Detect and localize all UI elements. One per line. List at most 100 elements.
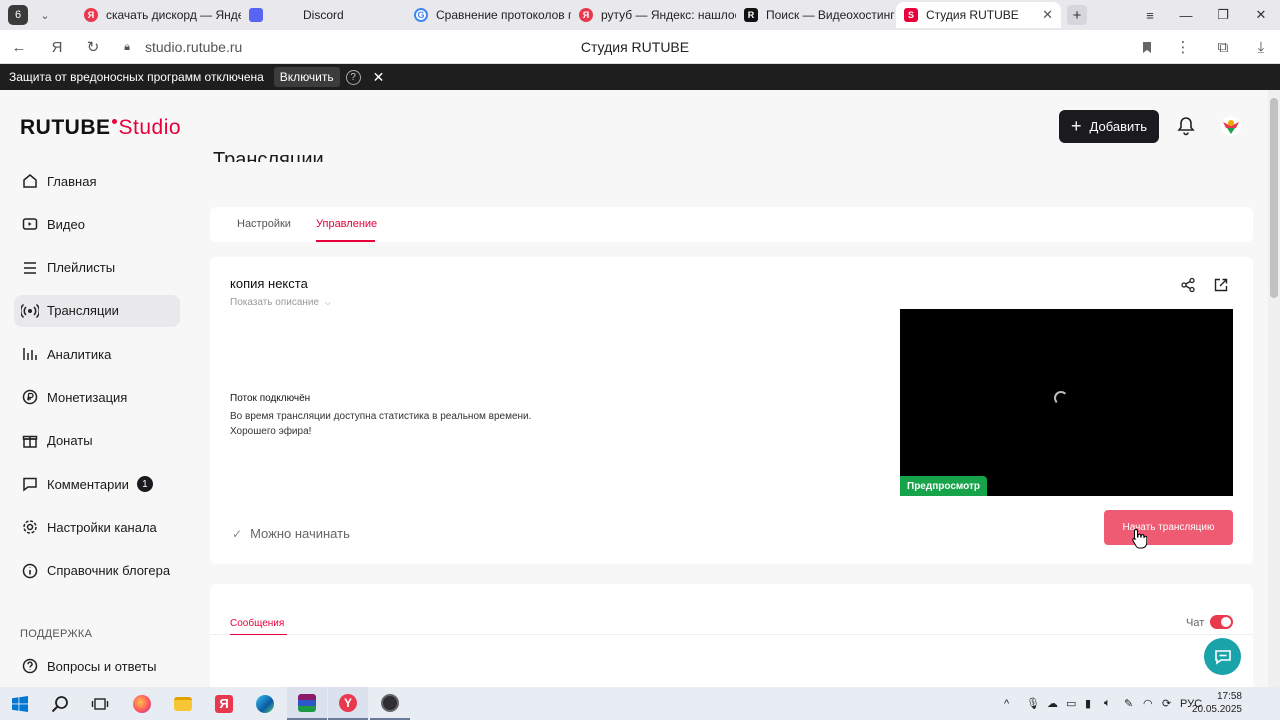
analytics-icon xyxy=(20,344,40,364)
open-external-icon[interactable] xyxy=(1213,277,1233,297)
start-broadcast-button[interactable]: Начать трансляцию xyxy=(1104,510,1233,545)
sidebar-item-faq[interactable]: Вопросы и ответы xyxy=(14,650,180,682)
yandex-browser-icon[interactable]: Y xyxy=(328,687,368,720)
sidebar-item-analytics[interactable]: Аналитика xyxy=(14,338,180,370)
battery-icon[interactable]: ▮ xyxy=(1085,697,1091,710)
rutube-studio-logo[interactable]: RUTUBE Studio xyxy=(20,116,181,140)
new-tab-button[interactable]: + xyxy=(1067,5,1087,25)
stream-status-wish: Хорошего эфира! xyxy=(230,426,312,437)
user-avatar[interactable] xyxy=(1219,114,1243,138)
preview-player[interactable]: Предпросмотр xyxy=(900,309,1233,496)
sync-icon[interactable]: ⟳ xyxy=(1162,697,1171,710)
chat-toggle[interactable] xyxy=(1210,615,1233,629)
enable-protection-button[interactable]: Включить xyxy=(273,67,340,87)
close-window-icon[interactable]: ✕ xyxy=(1243,0,1279,30)
sidebar-item-broadcasts[interactable]: Трансляции xyxy=(14,294,180,327)
faq-icon xyxy=(20,656,40,676)
tab-count-badge[interactable]: 6 xyxy=(8,5,28,25)
browser-tab[interactable]: Discord xyxy=(241,2,406,28)
task-view-icon[interactable] xyxy=(80,687,120,720)
sidebar-item-monetization[interactable]: Монетизация xyxy=(14,381,180,413)
pen-icon[interactable]: ✎ xyxy=(1124,697,1133,710)
yandex-button-icon[interactable]: Я xyxy=(42,30,72,64)
display-icon[interactable]: ▭ xyxy=(1066,697,1076,710)
system-clock[interactable]: 17:58 20.05.2025 xyxy=(1180,690,1242,716)
plus-icon: + xyxy=(1071,116,1082,136)
tab-management[interactable]: Управление xyxy=(316,218,377,230)
page-title: Студия RUTUBE xyxy=(580,39,690,55)
close-tab-icon[interactable]: ✕ xyxy=(1042,7,1053,23)
browser-tab[interactable]: Я рутуб — Яндекс: нашлось xyxy=(571,2,736,28)
page-scrollbar[interactable] xyxy=(1268,90,1280,687)
page-tabs: Настройки Управление xyxy=(210,207,1253,242)
show-description-toggle[interactable]: Показать описание ⌵ xyxy=(230,297,331,308)
reload-icon[interactable]: ↻ xyxy=(78,30,108,64)
notifications-bell-icon[interactable] xyxy=(1175,115,1197,137)
collections-icon[interactable]: ⧉ xyxy=(1208,30,1238,64)
chat-support-icon xyxy=(1214,649,1231,665)
sidebar-item-donations[interactable]: Донаты xyxy=(14,425,180,457)
chat-divider xyxy=(210,634,1253,635)
close-notification-icon[interactable]: ✕ xyxy=(373,69,385,86)
stream-card: копия некста Показать описание ⌵ Поток п… xyxy=(210,257,1253,564)
firefox-icon[interactable] xyxy=(122,687,162,720)
tab-title: Discord xyxy=(303,8,344,22)
chat-toggle-label: Чат xyxy=(1186,617,1205,629)
browser-tab[interactable]: Я скачать дискорд — Яндекс xyxy=(76,2,241,28)
ready-status: ✓ Можно начинать xyxy=(232,526,350,541)
minimize-icon[interactable]: — xyxy=(1168,0,1204,30)
edge-icon[interactable] xyxy=(245,687,285,720)
share-icon[interactable] xyxy=(1180,277,1200,297)
sidebar-item-label: Трансляции xyxy=(47,303,119,319)
tab-settings[interactable]: Настройки xyxy=(237,218,291,230)
loading-spinner-icon xyxy=(1054,391,1068,405)
clock-date: 20.05.2025 xyxy=(1191,704,1242,715)
microphone-icon[interactable]: 🎙︎ xyxy=(1026,697,1040,710)
stream-name: копия некста xyxy=(230,276,308,291)
downloads-icon[interactable]: ⤓ xyxy=(1246,30,1276,64)
browser-tab[interactable]: R Поиск — Видеохостинг R xyxy=(736,2,896,28)
tray-chevron-icon[interactable]: ^ xyxy=(1004,698,1009,710)
google-icon: G xyxy=(414,8,428,22)
file-explorer-icon[interactable] xyxy=(163,687,203,720)
sidebar-item-label: Вопросы и ответы xyxy=(47,658,157,674)
winrar-icon[interactable] xyxy=(287,687,327,720)
discord-icon xyxy=(249,8,263,22)
sidebar-item-home[interactable]: Главная xyxy=(14,165,180,197)
yandex-app-icon[interactable]: Я xyxy=(204,687,244,720)
monetization-icon xyxy=(20,387,40,407)
sidebar-item-label: Справочник блогера xyxy=(47,563,171,579)
url-text[interactable]: studio.rutube.ru xyxy=(145,39,242,55)
help-icon[interactable]: ? xyxy=(345,69,361,85)
wifi-icon[interactable]: ◠ xyxy=(1143,697,1153,710)
back-icon[interactable]: ← xyxy=(4,30,34,64)
sidebar-item-comments[interactable]: Комментарии 1 xyxy=(14,468,180,500)
add-button[interactable]: + Добавить xyxy=(1059,110,1159,143)
tab-title: Поиск — Видеохостинг R xyxy=(766,8,896,22)
tab-list-chevron-icon[interactable]: ⌄ xyxy=(34,4,56,26)
tab-messages[interactable]: Сообщения xyxy=(230,618,284,629)
tab-title: рутуб — Яндекс: нашлось xyxy=(601,8,736,22)
search-icon[interactable] xyxy=(40,687,80,720)
support-chat-button[interactable] xyxy=(1204,638,1241,675)
volume-icon[interactable]: 🔈︎ xyxy=(1104,697,1111,710)
bookmark-icon[interactable] xyxy=(1132,30,1162,64)
browser-tab[interactable]: G Сравнение протоколов п xyxy=(406,2,571,28)
obs-icon[interactable] xyxy=(370,687,410,720)
onedrive-icon[interactable]: ☁ xyxy=(1047,697,1058,710)
sidebar-item-blogger-guide[interactable]: Справочник блогера xyxy=(14,555,180,587)
support-section-header: ПОДДЕРЖКА xyxy=(20,628,93,640)
more-icon[interactable]: ⋮ xyxy=(1168,30,1198,64)
scrollbar-thumb[interactable] xyxy=(1270,98,1278,298)
sidebar-item-video[interactable]: Видео xyxy=(14,208,180,240)
browser-tab-active[interactable]: S Студия RUTUBE ✕ xyxy=(896,2,1061,28)
sidebar-item-playlists[interactable]: Плейлисты xyxy=(14,252,180,284)
windows-start-icon[interactable] xyxy=(0,687,40,720)
restore-icon[interactable]: ❐ xyxy=(1205,0,1241,30)
comments-icon xyxy=(20,474,40,494)
browser-tab-bar: 6 ⌄ Я скачать дискорд — Яндекс Discord G… xyxy=(0,0,1280,30)
sidebar-item-channel-settings[interactable]: Настройки канала xyxy=(14,511,180,543)
lock-icon[interactable]: 🔒︎ xyxy=(112,30,142,64)
menu-icon[interactable]: ≡ xyxy=(1132,0,1168,30)
add-button-label: Добавить xyxy=(1089,119,1147,134)
